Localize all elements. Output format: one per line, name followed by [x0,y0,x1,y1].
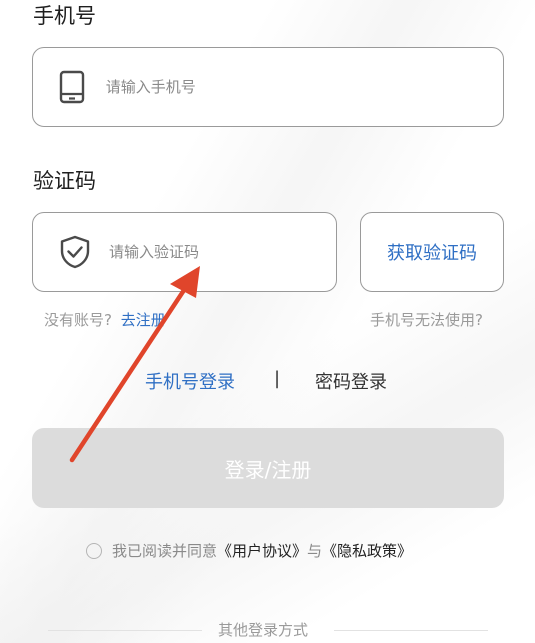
user-agreement-link[interactable]: 《用户协议》 [217,540,307,561]
code-label: 验证码 [33,169,96,193]
get-code-button[interactable]: 获取验证码 [360,212,504,292]
phone-icon [59,69,86,105]
phone-input[interactable] [103,77,503,97]
code-field[interactable] [32,212,337,292]
privacy-policy-link[interactable]: 《隐私政策》 [322,540,412,561]
divider-left [48,630,202,631]
phone-label: 手机号 [33,4,96,28]
login-register-button[interactable]: 登录/注册 [32,428,504,508]
agreement-connector: 与 [307,542,323,560]
phone-login-tab[interactable]: 手机号登录 [145,368,235,394]
register-link[interactable]: 去注册 [121,311,166,329]
divider-right [334,630,488,631]
no-account-text: 没有账号? [44,311,112,329]
phone-unavailable-link[interactable]: 手机号无法使用? [370,309,483,330]
code-input[interactable] [107,242,336,262]
shield-check-icon [59,234,91,270]
tab-separator: | [274,368,281,389]
other-login-label: 其他登录方式 [218,621,309,639]
agreement-prefix: 我已阅读并同意 [112,542,218,560]
agreement-radio[interactable] [86,542,102,559]
password-login-tab[interactable]: 密码登录 [315,368,387,394]
phone-field[interactable] [32,47,504,127]
register-hint: 没有账号? 去注册 [44,309,166,330]
agreement-row: 我已阅读并同意 《用户协议》 与 《隐私政策》 [86,540,412,561]
login-mode-switch: 手机号登录 | 密码登录 [0,368,535,396]
